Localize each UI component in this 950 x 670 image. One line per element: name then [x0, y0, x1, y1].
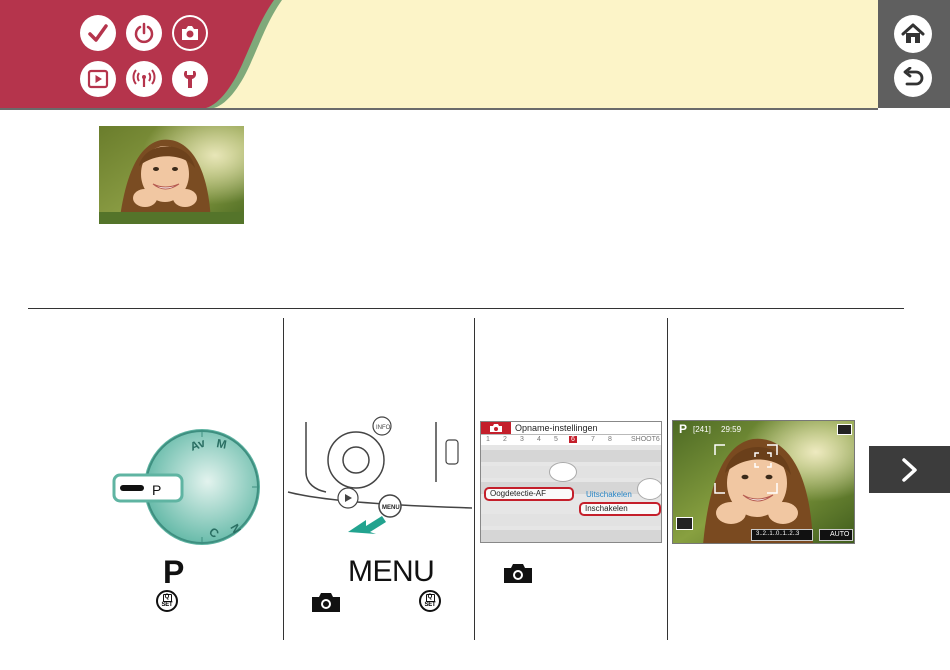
eye-detection-af-item[interactable]: Oogdetectie-AF: [484, 487, 574, 501]
disable-option[interactable]: Uitschakelen: [586, 490, 632, 499]
menu-tab-7[interactable]: 7: [591, 436, 595, 443]
power-icon[interactable]: [126, 15, 162, 51]
menu-row: [481, 530, 661, 542]
svg-text:MENU: MENU: [382, 505, 400, 511]
exposure-scale: 3..2..1..0..1..2..3: [751, 529, 813, 541]
menu-tab-4[interactable]: 4: [537, 436, 541, 443]
enable-option[interactable]: Inschakelen: [579, 502, 661, 516]
menu-title: Opname-instellingen: [515, 423, 598, 433]
scene-icon[interactable]: [676, 517, 693, 530]
shots-remaining: [241]: [693, 425, 711, 434]
camera-icon[interactable]: [172, 15, 208, 51]
live-view-photo: [673, 421, 854, 543]
mode-dial-p-label: P: [152, 482, 161, 498]
svg-text:INFO: INFO: [376, 425, 391, 431]
quick-control-icon[interactable]: [837, 424, 852, 435]
step-marker-circle: [637, 478, 661, 500]
shooting-mode-indicator: P: [679, 422, 688, 436]
menu-tab-2[interactable]: 2: [503, 436, 507, 443]
mode-p-label: P: [163, 554, 185, 590]
header-divider: [0, 108, 878, 110]
menu-tab-name: SHOOT6: [631, 436, 660, 443]
back-arrow-icon[interactable]: [894, 59, 932, 97]
wireless-icon[interactable]: [126, 61, 162, 97]
girl-portrait-photo: [99, 126, 244, 224]
camera-icon: [312, 593, 340, 612]
menu-button-label: MENU: [348, 555, 435, 588]
home-icon[interactable]: [894, 15, 932, 53]
q-set-button-icon: Q SET: [419, 590, 441, 612]
column-divider: [283, 318, 284, 640]
live-view-screen: P [241] 29:59 3..2..1..0..1..2..3 AUTO: [672, 420, 855, 544]
next-page-button[interactable]: [869, 446, 950, 493]
wrench-icon[interactable]: [172, 61, 208, 97]
step-marker-circle: [549, 462, 577, 482]
section-divider: [28, 308, 904, 309]
menu-tab-numbers: 1 2 3 4 5 6 7 8 SHOOT6: [481, 435, 661, 445]
menu-title-bar: Opname-instellingen: [481, 422, 661, 435]
menu-tab-6[interactable]: 6: [569, 436, 577, 443]
column-divider: [474, 318, 475, 640]
menu-row: [481, 450, 661, 462]
menu-tab-5[interactable]: 5: [554, 436, 558, 443]
manual-page: Av M C N P P QSET INFO MENU MENU QSET: [0, 0, 950, 670]
recording-time: 29:59: [721, 425, 742, 434]
iso-auto-badge[interactable]: AUTO: [819, 529, 853, 541]
mode-dial-illustration: Av M C N P: [112, 429, 260, 545]
play-icon[interactable]: [80, 61, 116, 97]
camera-tab-icon: [481, 422, 511, 434]
menu-button-illustration: INFO MENU: [286, 416, 472, 547]
column-divider: [667, 318, 668, 640]
menu-tab-8[interactable]: 8: [608, 436, 612, 443]
check-icon[interactable]: [80, 15, 116, 51]
camera-icon: [504, 564, 532, 583]
shooting-menu-screen: Opname-instellingen 1 2 3 4 5 6 7 8 SHOO…: [480, 421, 662, 543]
q-set-button-icon: Q SET: [156, 590, 178, 612]
chevron-right-icon: [901, 457, 917, 482]
menu-tab-1[interactable]: 1: [486, 436, 490, 443]
menu-tab-3[interactable]: 3: [520, 436, 524, 443]
